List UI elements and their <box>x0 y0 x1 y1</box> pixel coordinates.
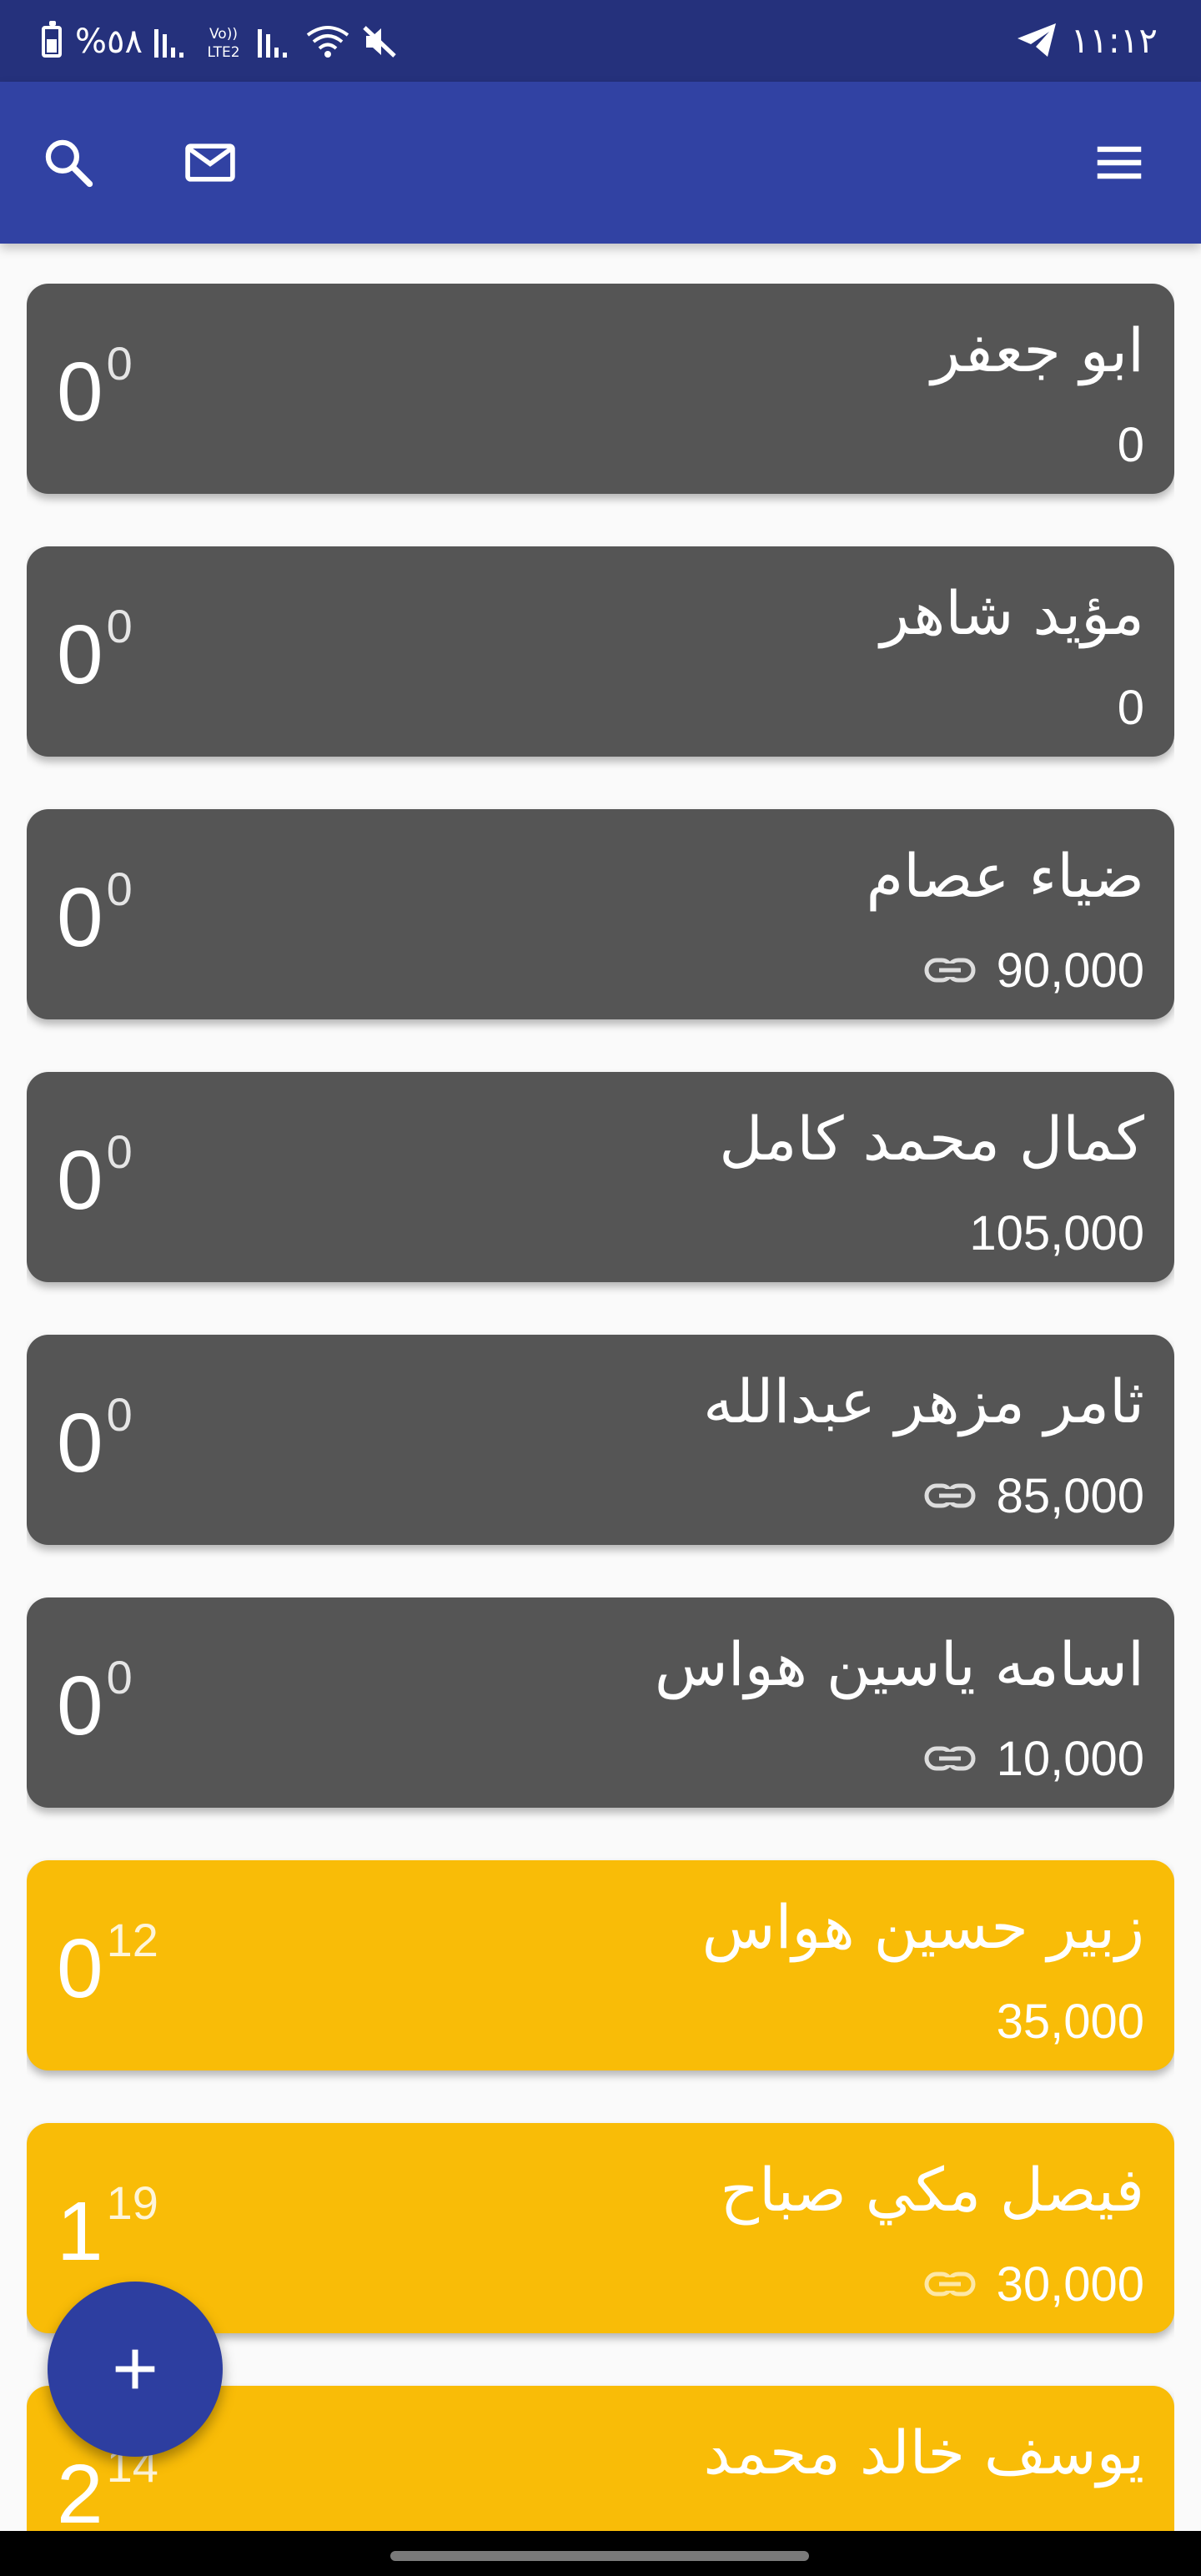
mail-button[interactable] <box>175 128 245 198</box>
count-superscript: 12 <box>106 1914 158 1966</box>
contact-amount: 30,000 <box>996 2257 1144 2312</box>
amount-row: 85,000 <box>923 1468 1144 1523</box>
contact-count: 1 19 <box>57 2176 158 2278</box>
link-icon <box>923 1742 977 1775</box>
contact-name: مؤيد شاهر <box>880 578 1144 648</box>
system-nav-bar <box>0 2531 1201 2576</box>
contact-count: 0 0 <box>57 863 133 964</box>
signal-icon-2 <box>257 29 287 58</box>
contact-amount: 0 <box>1117 680 1144 735</box>
contact-count: 0 12 <box>57 1914 158 2015</box>
add-button[interactable] <box>48 2282 223 2457</box>
home-gesture-handle[interactable] <box>390 2551 809 2561</box>
count-main: 0 <box>57 1659 103 1753</box>
contact-count: 0 0 <box>57 1125 133 1227</box>
contact-card[interactable]: اسامه ياسين هواس 10,000 0 0 <box>27 1597 1174 1808</box>
link-icon <box>923 2267 977 2301</box>
contact-name: اسامه ياسين هواس <box>654 1629 1144 1699</box>
count-superscript: 0 <box>106 863 133 915</box>
signal-icon <box>153 29 183 58</box>
count-main: 1 <box>57 2185 103 2278</box>
count-main: 0 <box>57 871 103 964</box>
amount-row: 35,000 <box>997 1994 1144 2049</box>
search-icon <box>45 139 93 188</box>
contact-card[interactable]: كمال محمد كامل 105,000 0 0 <box>27 1072 1174 1282</box>
status-bar: %٥٨ Vo)) LTE2 ١١:١٢ <box>0 0 1201 82</box>
amount-row: 0 <box>1118 680 1144 735</box>
mail-icon <box>185 143 235 182</box>
contact-list: ابو جعفر 0 0 0 مؤيد شاهر 0 0 0 ضياء عصام <box>27 284 1174 2536</box>
count-main: 0 <box>57 345 103 439</box>
contact-card[interactable]: ابو جعفر 0 0 0 <box>27 284 1174 494</box>
contact-amount: 10,000 <box>996 1731 1144 1786</box>
contact-amount: 90,000 <box>996 943 1144 998</box>
count-main: 0 <box>57 1134 103 1227</box>
contact-name: يوسف خالد محمد <box>703 2418 1144 2488</box>
app-bar <box>0 82 1201 244</box>
contact-count: 2 14 <box>57 2443 158 2537</box>
amount-row: 10,000 <box>923 1731 1144 1786</box>
contact-count: 0 0 <box>57 603 133 697</box>
battery-icon <box>42 21 62 58</box>
amount-row: 90,000 <box>923 943 1144 998</box>
contact-card[interactable]: زبير حسين هواس 35,000 0 12 <box>27 1860 1174 2070</box>
count-superscript: 0 <box>106 600 133 652</box>
wifi-icon <box>306 26 349 58</box>
contact-name: زبير حسين هواس <box>701 1892 1144 1962</box>
plus-icon <box>115 2349 155 2389</box>
count-main: 0 <box>57 608 103 702</box>
status-left: %٥٨ Vo)) LTE2 <box>42 21 398 61</box>
mute-icon <box>363 26 396 58</box>
contact-name: فيصل مكي صباح <box>720 2155 1145 2225</box>
count-superscript: 0 <box>106 1651 133 1703</box>
contact-name: ثامر مزهر عبدالله <box>703 1366 1144 1436</box>
contact-amount: 35,000 <box>996 1994 1144 2049</box>
contact-name: كمال محمد كامل <box>719 1104 1144 1174</box>
contact-amount: 85,000 <box>996 1468 1144 1523</box>
contact-card[interactable]: فيصل مكي صباح 30,000 1 19 <box>27 2123 1174 2333</box>
status-time: ١١:١٢ <box>1070 19 1158 61</box>
menu-button[interactable] <box>1084 128 1154 198</box>
contact-card[interactable]: ضياء عصام 90,000 0 0 <box>27 809 1174 1019</box>
contact-amount: 0 <box>1117 417 1144 472</box>
amount-row: 30,000 <box>923 2257 1144 2312</box>
contact-card[interactable]: ثامر مزهر عبدالله 85,000 0 0 <box>27 1335 1174 1545</box>
telegram-icon <box>1017 23 1056 57</box>
count-main: 2 <box>57 2448 103 2536</box>
volte-icon: Vo)) LTE2 <box>207 26 239 60</box>
amount-row: 0 <box>1118 417 1144 472</box>
contact-count: 0 0 <box>57 1654 133 1748</box>
contact-amount: 105,000 <box>969 1205 1144 1260</box>
link-icon <box>923 1479 977 1512</box>
count-main: 0 <box>57 1396 103 1490</box>
count-superscript: 0 <box>106 1125 133 1178</box>
contact-name: ابو جعفر <box>931 315 1144 385</box>
contact-count: 0 0 <box>57 337 133 439</box>
count-superscript: 0 <box>106 1388 133 1441</box>
svg-text:Vo)): Vo)) <box>209 26 238 43</box>
contact-count: 0 0 <box>57 1388 133 1490</box>
count-superscript: 19 <box>106 2176 158 2229</box>
search-button[interactable] <box>33 128 103 198</box>
count-main: 0 <box>57 1922 103 2015</box>
amount-row: 105,000 <box>969 1205 1144 1260</box>
battery-percent: %٥٨ <box>75 23 143 61</box>
status-right: ١١:١٢ <box>1016 19 1158 61</box>
svg-text:LTE2: LTE2 <box>207 44 239 60</box>
contact-name: ضياء عصام <box>866 841 1144 911</box>
contact-card[interactable]: مؤيد شاهر 0 0 0 <box>27 546 1174 757</box>
count-superscript: 0 <box>106 337 133 390</box>
menu-icon <box>1097 146 1142 179</box>
link-icon <box>923 953 977 987</box>
